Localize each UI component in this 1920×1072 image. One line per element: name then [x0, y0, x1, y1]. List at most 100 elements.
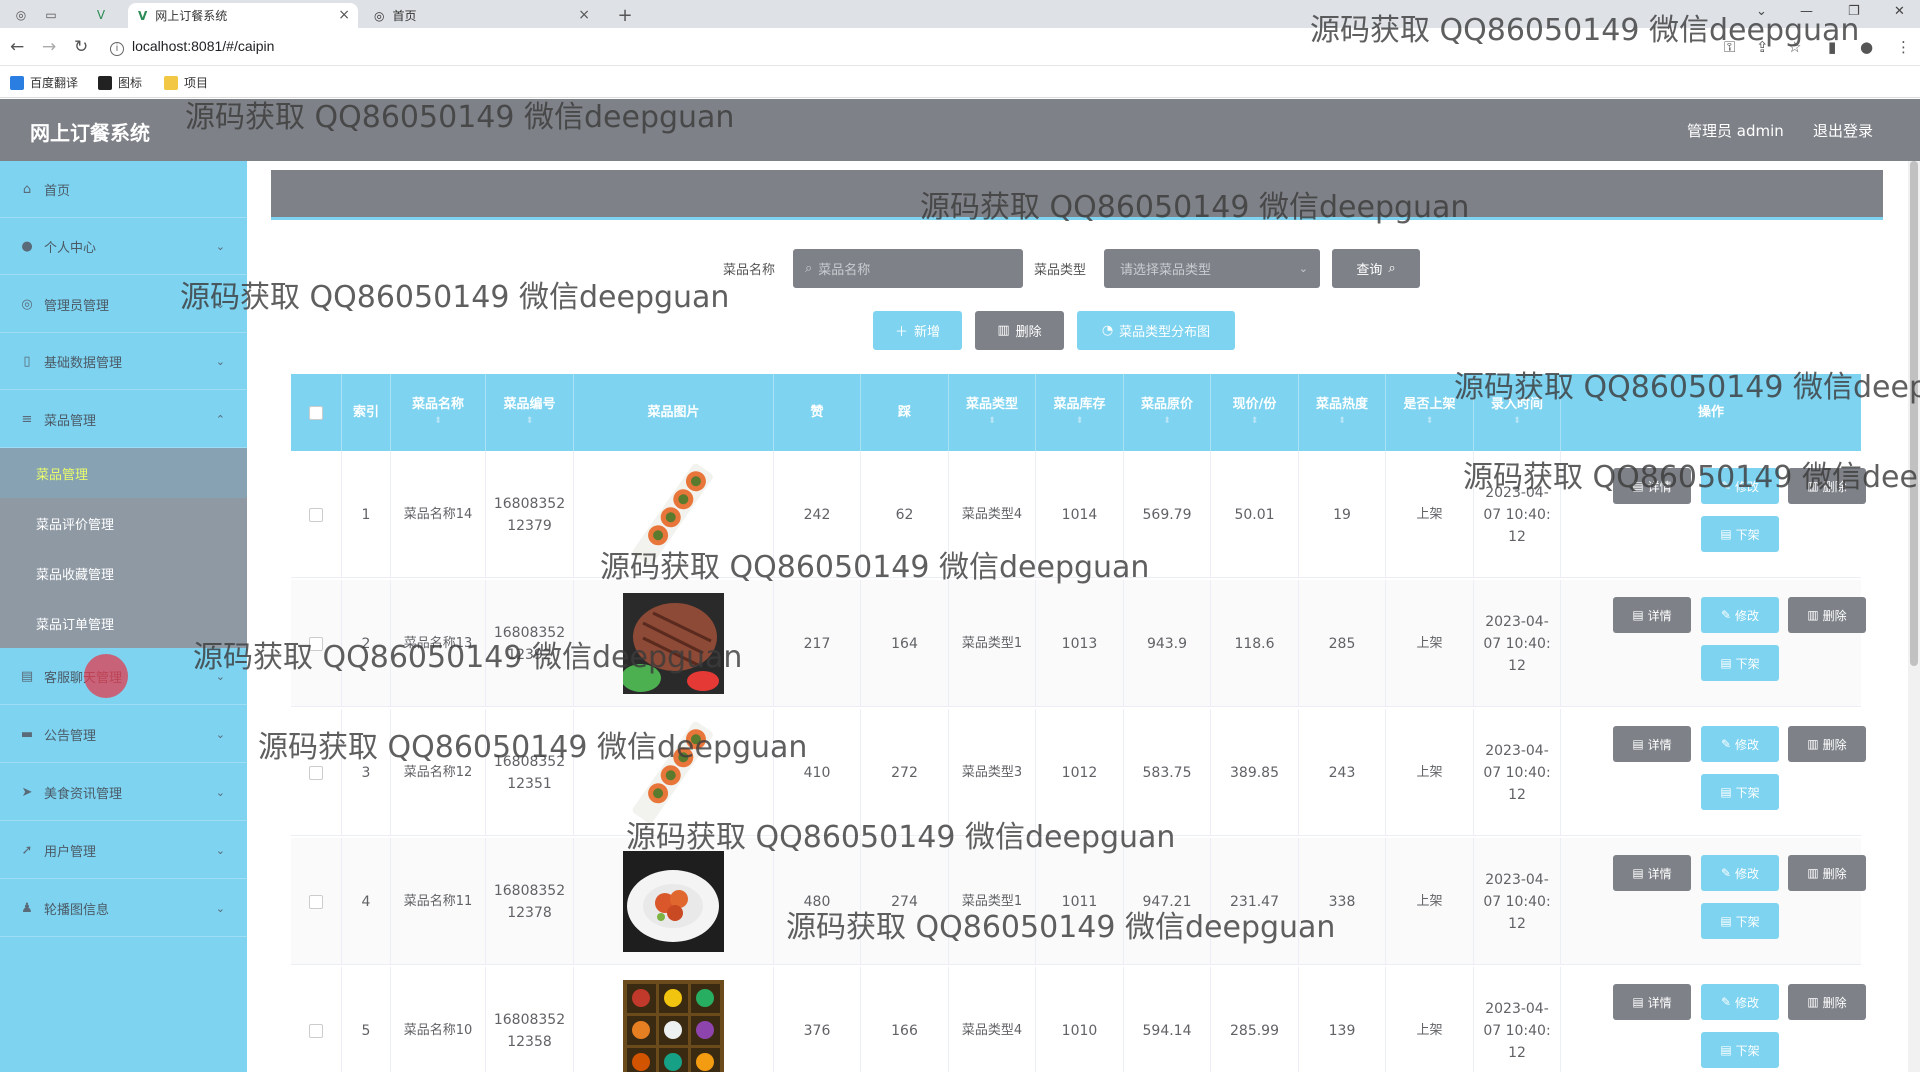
bookmark-translate[interactable]: 百度翻译 — [10, 74, 78, 91]
chevron-down-icon[interactable]: ⌄ — [1756, 4, 1767, 19]
col-heat[interactable]: 菜品热度 ⬍ — [1299, 374, 1386, 451]
detail-button[interactable]: ▤ 详情 — [1613, 597, 1691, 633]
blank-tab-icon[interactable]: ▭ — [40, 5, 62, 25]
off-shelf-button[interactable]: ▤ 下架 — [1701, 516, 1779, 552]
row-checkbox[interactable] — [291, 709, 342, 836]
sidepanel-icon[interactable]: ▮ — [1828, 38, 1836, 56]
col-image[interactable]: 菜品图片 — [574, 374, 774, 451]
off-shelf-button[interactable]: ▤ 下架 — [1701, 774, 1779, 810]
sidebar-item-home[interactable]: ⌂ 首页 — [0, 161, 247, 218]
row-checkbox[interactable] — [291, 838, 342, 965]
row-checkbox[interactable] — [291, 967, 342, 1072]
tab-orders-system[interactable]: V 网上订餐系统 × — [128, 3, 358, 28]
cell-orig: 569.79 — [1124, 451, 1211, 578]
doc-icon: ▤ — [1720, 914, 1732, 928]
detail-button[interactable]: ▤ 详情 — [1613, 984, 1691, 1020]
share-icon[interactable]: ⇪ — [1756, 38, 1769, 56]
edit-button[interactable]: ✎ 修改 — [1701, 468, 1779, 504]
page-scrollbar[interactable] — [1908, 161, 1920, 1072]
close-icon[interactable]: × — [338, 7, 350, 23]
cell-time: 2023-04- 07 10:40: 12 — [1474, 709, 1561, 836]
col-created-time[interactable]: 录入时间 ⬍ — [1474, 374, 1561, 451]
scrollbar-thumb[interactable] — [1910, 161, 1918, 666]
restore-icon[interactable]: ❐ — [1848, 4, 1860, 19]
col-price[interactable]: 现价/份 ⬍ — [1211, 374, 1299, 451]
sidebar-subitem-favorites[interactable]: 菜品收藏管理 — [0, 548, 247, 598]
sidebar-item-admins[interactable]: ◎ 管理员管理 ⌄ — [0, 276, 247, 333]
star-icon[interactable]: ☆ — [1788, 38, 1801, 56]
select-all-checkbox[interactable] — [291, 374, 342, 451]
key-icon[interactable]: ⚿ — [1724, 38, 1735, 56]
edit-button[interactable]: ✎ 修改 — [1701, 855, 1779, 891]
more-icon[interactable]: ⋮ — [1896, 38, 1911, 56]
col-index[interactable]: 索引 — [342, 374, 391, 451]
profile-icon[interactable]: ● — [1860, 38, 1873, 56]
plus-icon: ＋ — [894, 325, 908, 340]
edit-button[interactable]: ✎ 修改 — [1701, 726, 1779, 762]
type-filter-label: 菜品类型 — [1034, 263, 1087, 278]
batch-delete-button[interactable]: ▥ 删除 — [975, 311, 1064, 350]
person-icon: ♟ — [21, 900, 33, 916]
delete-button[interactable]: ▥ 删除 — [1788, 984, 1866, 1020]
window-close-icon[interactable]: ✕ — [1894, 4, 1905, 19]
edit-button[interactable]: ✎ 修改 — [1701, 984, 1779, 1020]
delete-button[interactable]: ▥ 删除 — [1788, 597, 1866, 633]
logout-link[interactable]: 退出登录 — [1813, 120, 1873, 141]
sidebar-subitem-dishes[interactable]: 菜品管理 — [0, 448, 247, 498]
off-shelf-button[interactable]: ▤ 下架 — [1701, 645, 1779, 681]
cell-code: 16808352 12351 — [486, 709, 574, 836]
add-button[interactable]: ＋新增 — [873, 311, 962, 350]
col-dislikes[interactable]: 踩 — [861, 374, 949, 451]
sidebar-item-carousel[interactable]: ♟ 轮播图信息 ⌄ — [0, 880, 247, 937]
col-stock[interactable]: 菜品库存 ⬍ — [1036, 374, 1124, 451]
bookmark-project[interactable]: 项目 — [164, 74, 208, 91]
new-tab-button[interactable]: + — [614, 5, 636, 26]
col-likes[interactable]: 赞 — [774, 374, 861, 451]
row-checkbox[interactable] — [291, 580, 342, 707]
info-icon[interactable]: i — [110, 42, 124, 56]
sidebar-item-dishes[interactable]: ≡ 菜品管理 ⌃ — [0, 391, 247, 448]
sidebar-subitem-orders[interactable]: 菜品订单管理 — [0, 598, 247, 648]
clipboard-icon: ▤ — [20, 668, 34, 684]
detail-button[interactable]: ▤ 详情 — [1613, 855, 1691, 891]
bookmark-icons[interactable]: 图标 — [98, 74, 142, 91]
tab-home[interactable]: ◎ 首页 × — [364, 3, 598, 28]
detail-button[interactable]: ▤ 详情 — [1613, 468, 1691, 504]
sidebar-subitem-reviews[interactable]: 菜品评价管理 — [0, 498, 247, 548]
col-name[interactable]: 菜品名称 ⬍ — [391, 374, 486, 451]
minimize-icon[interactable]: — — [1800, 4, 1813, 19]
sidebar-item-food-news[interactable]: ➤ 美食资讯管理 ⌄ — [0, 764, 247, 821]
delete-button[interactable]: ▥ 删除 — [1788, 726, 1866, 762]
cell-time: 2023-04- 07 10:40: 12 — [1474, 967, 1561, 1072]
col-type[interactable]: 菜品类型 ⬍ — [949, 374, 1036, 451]
off-shelf-button[interactable]: ▤ 下架 — [1701, 1032, 1779, 1068]
col-code[interactable]: 菜品编号 ⬍ — [486, 374, 574, 451]
close-icon[interactable]: × — [578, 7, 590, 23]
sidebar-item-profile[interactable]: ● 个人中心 ⌄ — [0, 218, 247, 275]
vue-icon[interactable]: V — [90, 5, 112, 25]
delete-button[interactable]: ▥ 删除 — [1788, 468, 1866, 504]
sort-icon: ⬍ — [525, 415, 534, 426]
sidebar-item-notices[interactable]: ▬ 公告管理 ⌄ — [0, 706, 247, 763]
dish-type-select[interactable]: 请选择菜品类型 ⌄ — [1104, 249, 1320, 288]
col-original-price[interactable]: 菜品原价 ⬍ — [1124, 374, 1211, 451]
type-chart-button[interactable]: ◔ 菜品类型分布图 — [1077, 311, 1235, 350]
edit-button[interactable]: ✎ 修改 — [1701, 597, 1779, 633]
cell-shelf: 上架 — [1386, 451, 1474, 578]
sort-icon: ⬍ — [1513, 415, 1521, 426]
row-actions: ▤ 详情 ✎ 修改 ▥ 删除 ▤ 下架 — [1561, 838, 1866, 965]
detail-button[interactable]: ▤ 详情 — [1613, 726, 1691, 762]
sidebar-item-users[interactable]: ➚ 用户管理 ⌄ — [0, 822, 247, 879]
back-icon[interactable]: ← — [10, 37, 24, 57]
off-shelf-button[interactable]: ▤ 下架 — [1701, 903, 1779, 939]
url-field[interactable]: i localhost:8081/#/caipin — [110, 38, 274, 56]
query-button[interactable]: 查询 ⌕ — [1332, 249, 1420, 288]
sidebar-item-basic-data[interactable]: ▯ 基础数据管理 ⌄ — [0, 333, 247, 390]
delete-button[interactable]: ▥ 删除 — [1788, 855, 1866, 891]
col-on-shelf[interactable]: 是否上架 ⬍ — [1386, 374, 1474, 451]
reload-icon[interactable]: ↻ — [74, 37, 88, 57]
forward-icon[interactable]: → — [42, 37, 56, 57]
chrome-icon[interactable]: ◎ — [10, 5, 32, 25]
dish-name-input[interactable]: ⌕ 菜品名称 — [793, 249, 1023, 288]
row-checkbox[interactable] — [291, 451, 342, 578]
